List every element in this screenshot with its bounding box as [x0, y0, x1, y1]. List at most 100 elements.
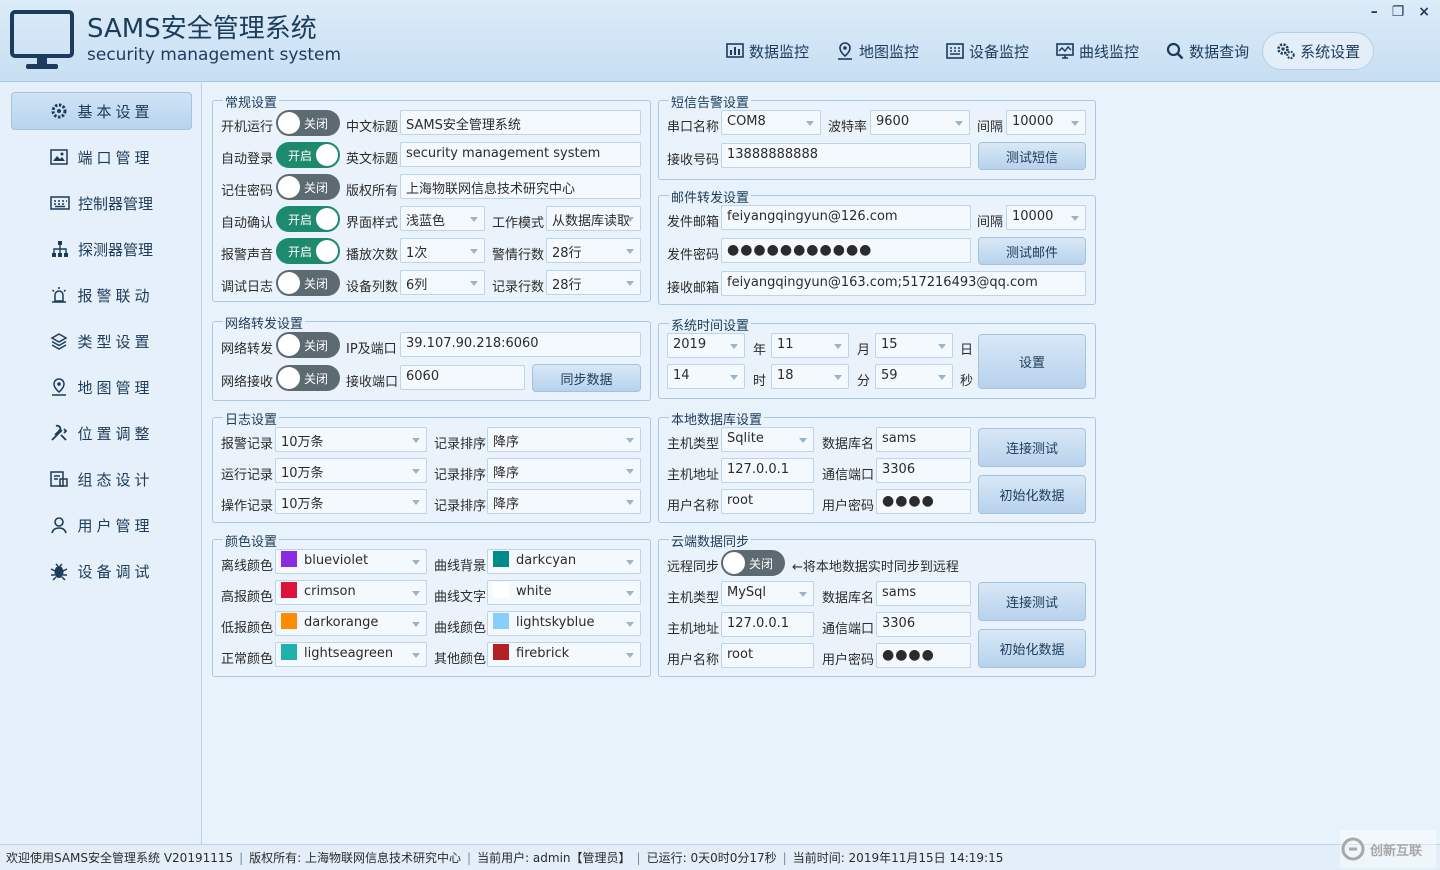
ip-port-input[interactable]: 39.107.90.218:6060	[400, 332, 641, 357]
color-curve-bg-select[interactable]: darkcyan	[487, 549, 641, 574]
record-rows-select[interactable]: 28行	[546, 270, 641, 295]
status-copyright: 版权所有: 上海物联网信息技术研究中心	[249, 851, 462, 865]
local-db-user-input[interactable]: root	[721, 489, 814, 514]
group-title: 邮件转发设置	[669, 187, 752, 206]
second-unit: 秒	[960, 374, 974, 389]
nav-map-monitor[interactable]: 地图监控	[822, 32, 932, 70]
remember-toggle[interactable]: 关闭	[276, 174, 340, 200]
color-other-select[interactable]: firebrick	[487, 642, 641, 667]
sidebar-item-config-design[interactable]: 组态设计	[11, 460, 192, 498]
en-title-input[interactable]: security management system	[400, 142, 641, 167]
monitor-logo-icon	[10, 10, 74, 69]
sidebar-item-controller-management[interactable]: 控制器管理	[11, 184, 192, 222]
status-welcome: 欢迎使用SAMS安全管理系统 V20191115	[6, 851, 234, 865]
play-count-select[interactable]: 1次	[400, 238, 485, 263]
log-alarm-select[interactable]: 10万条	[275, 427, 427, 452]
autorun-toggle[interactable]: 关闭	[276, 110, 340, 136]
restore-button[interactable]: ❐	[1392, 4, 1405, 20]
baud-select[interactable]: 9600	[870, 110, 970, 135]
design-icon	[50, 471, 69, 487]
status-bar: 欢迎使用SAMS安全管理系统 V20191115 | 版权所有: 上海物联网信息…	[0, 844, 1440, 870]
sidebar-item-position-adjust[interactable]: 位置调整	[11, 414, 192, 452]
style-select[interactable]: 浅蓝色	[400, 206, 485, 231]
copyright-input[interactable]: 上海物联网信息技术研究中心	[400, 174, 641, 199]
serial-port-select[interactable]: COM8	[721, 110, 821, 135]
test-mail-button[interactable]: 测试邮件	[978, 237, 1086, 265]
cloud-db-port-input[interactable]: 3306	[876, 612, 971, 637]
local-db-host-input[interactable]: 127.0.0.1	[721, 458, 814, 483]
minute-select[interactable]: 18	[771, 364, 849, 389]
nav-device-monitor[interactable]: 设备监控	[932, 32, 1042, 70]
month-select[interactable]: 11	[771, 333, 849, 358]
local-db-pwd-input[interactable]: ●●●●	[876, 489, 971, 514]
color-group: 颜色设置 离线颜色 blueviolet 曲线背景 darkcyan 高报颜色 …	[212, 531, 651, 677]
cn-title-input[interactable]: SAMS安全管理系统	[400, 110, 641, 135]
log-run-sort-select[interactable]: 降序	[487, 458, 641, 483]
sidebar-item-type-settings[interactable]: 类型设置	[11, 322, 192, 360]
color-offline-select[interactable]: blueviolet	[275, 549, 427, 574]
autologin-toggle[interactable]: 开启	[276, 142, 340, 168]
color-curve-text-select[interactable]: white	[487, 580, 641, 605]
cloud-db-type-select[interactable]: MySql	[721, 581, 814, 606]
nav-data-monitor[interactable]: 数据监控	[712, 32, 822, 70]
mail-interval-label: 间隔	[977, 215, 1004, 230]
workmode-select[interactable]: 从数据库读取	[546, 206, 641, 231]
nav-data-query[interactable]: 数据查询	[1152, 32, 1262, 70]
receive-toggle[interactable]: 关闭	[276, 365, 340, 391]
color-high-select[interactable]: crimson	[275, 580, 427, 605]
sender-input[interactable]: feiyangqingyun@126.com	[721, 205, 971, 230]
device-cols-select[interactable]: 6列	[400, 270, 485, 295]
nav-system-settings[interactable]: 系统设置	[1262, 32, 1375, 70]
sidebar-item-alarm-linkage[interactable]: 报警联动	[11, 276, 192, 314]
local-db-init-button[interactable]: 初始化数据	[978, 475, 1086, 514]
set-time-button[interactable]: 设置	[978, 334, 1086, 389]
alert-rows-select[interactable]: 28行	[546, 238, 641, 263]
sidebar-item-port-management[interactable]: 端口管理	[11, 138, 192, 176]
second-select[interactable]: 59	[875, 364, 953, 389]
cloud-db-user-input[interactable]: root	[721, 643, 814, 668]
local-db-test-button[interactable]: 连接测试	[978, 428, 1086, 467]
sync-data-button[interactable]: 同步数据	[532, 364, 641, 392]
remote-sync-toggle[interactable]: 关闭	[721, 550, 785, 576]
year-select[interactable]: 2019	[667, 333, 745, 358]
sidebar-item-label: 探测器管理	[77, 240, 153, 259]
log-run-select[interactable]: 10万条	[275, 458, 427, 483]
color-normal-select[interactable]: lightseagreen	[275, 642, 427, 667]
autoconfirm-toggle[interactable]: 开启	[276, 206, 340, 232]
cloud-db-name-input[interactable]: sams	[876, 581, 971, 606]
close-button[interactable]: ×	[1418, 4, 1430, 20]
receiver-input[interactable]: feiyangqingyun@163.com;517216493@qq.com	[721, 271, 1086, 296]
cloud-db-test-button[interactable]: 连接测试	[978, 582, 1086, 621]
color-low-select[interactable]: darkorange	[275, 611, 427, 636]
forward-toggle[interactable]: 关闭	[276, 332, 340, 358]
local-db-type-select[interactable]: Sqlite	[721, 427, 814, 452]
sidebar-item-detector-management[interactable]: 探测器管理	[11, 230, 192, 268]
phone-input[interactable]: 13888888888	[721, 143, 971, 168]
hour-select[interactable]: 14	[667, 364, 745, 389]
local-db-port-input[interactable]: 3306	[876, 458, 971, 483]
mail-interval-select[interactable]: 10000	[1006, 205, 1086, 230]
local-db-name-input[interactable]: sams	[876, 427, 971, 452]
nav-curve-monitor[interactable]: 曲线监控	[1042, 32, 1152, 70]
color-curve-select[interactable]: lightskyblue	[487, 611, 641, 636]
sms-interval-select[interactable]: 10000	[1006, 110, 1086, 135]
cloud-db-host-input[interactable]: 127.0.0.1	[721, 612, 814, 637]
sidebar-item-basic-settings[interactable]: 基本设置	[11, 92, 192, 130]
day-select[interactable]: 15	[875, 333, 953, 358]
sidebar-item-device-debug[interactable]: 设备调试	[11, 552, 192, 590]
test-sms-button[interactable]: 测试短信	[978, 142, 1086, 170]
minimize-button[interactable]: –	[1371, 4, 1378, 20]
recv-port-input[interactable]: 6060	[400, 365, 525, 390]
debug-log-toggle[interactable]: 关闭	[276, 270, 340, 296]
cloud-db-pwd-input[interactable]: ●●●●	[876, 643, 971, 668]
cn-title-label: 中文标题	[346, 120, 399, 135]
cloud-db-init-button[interactable]: 初始化数据	[978, 629, 1086, 668]
log-alarm-sort-select[interactable]: 降序	[487, 427, 641, 452]
watermark: 创新互联	[1340, 830, 1436, 868]
sidebar-item-user-management[interactable]: 用户管理	[11, 506, 192, 544]
sender-password-input[interactable]: ●●●●●●●●●●●	[721, 238, 971, 263]
log-op-sort-select[interactable]: 降序	[487, 489, 641, 514]
log-op-select[interactable]: 10万条	[275, 489, 427, 514]
alarm-sound-toggle[interactable]: 开启	[276, 238, 340, 264]
sidebar-item-map-management[interactable]: 地图管理	[11, 368, 192, 406]
